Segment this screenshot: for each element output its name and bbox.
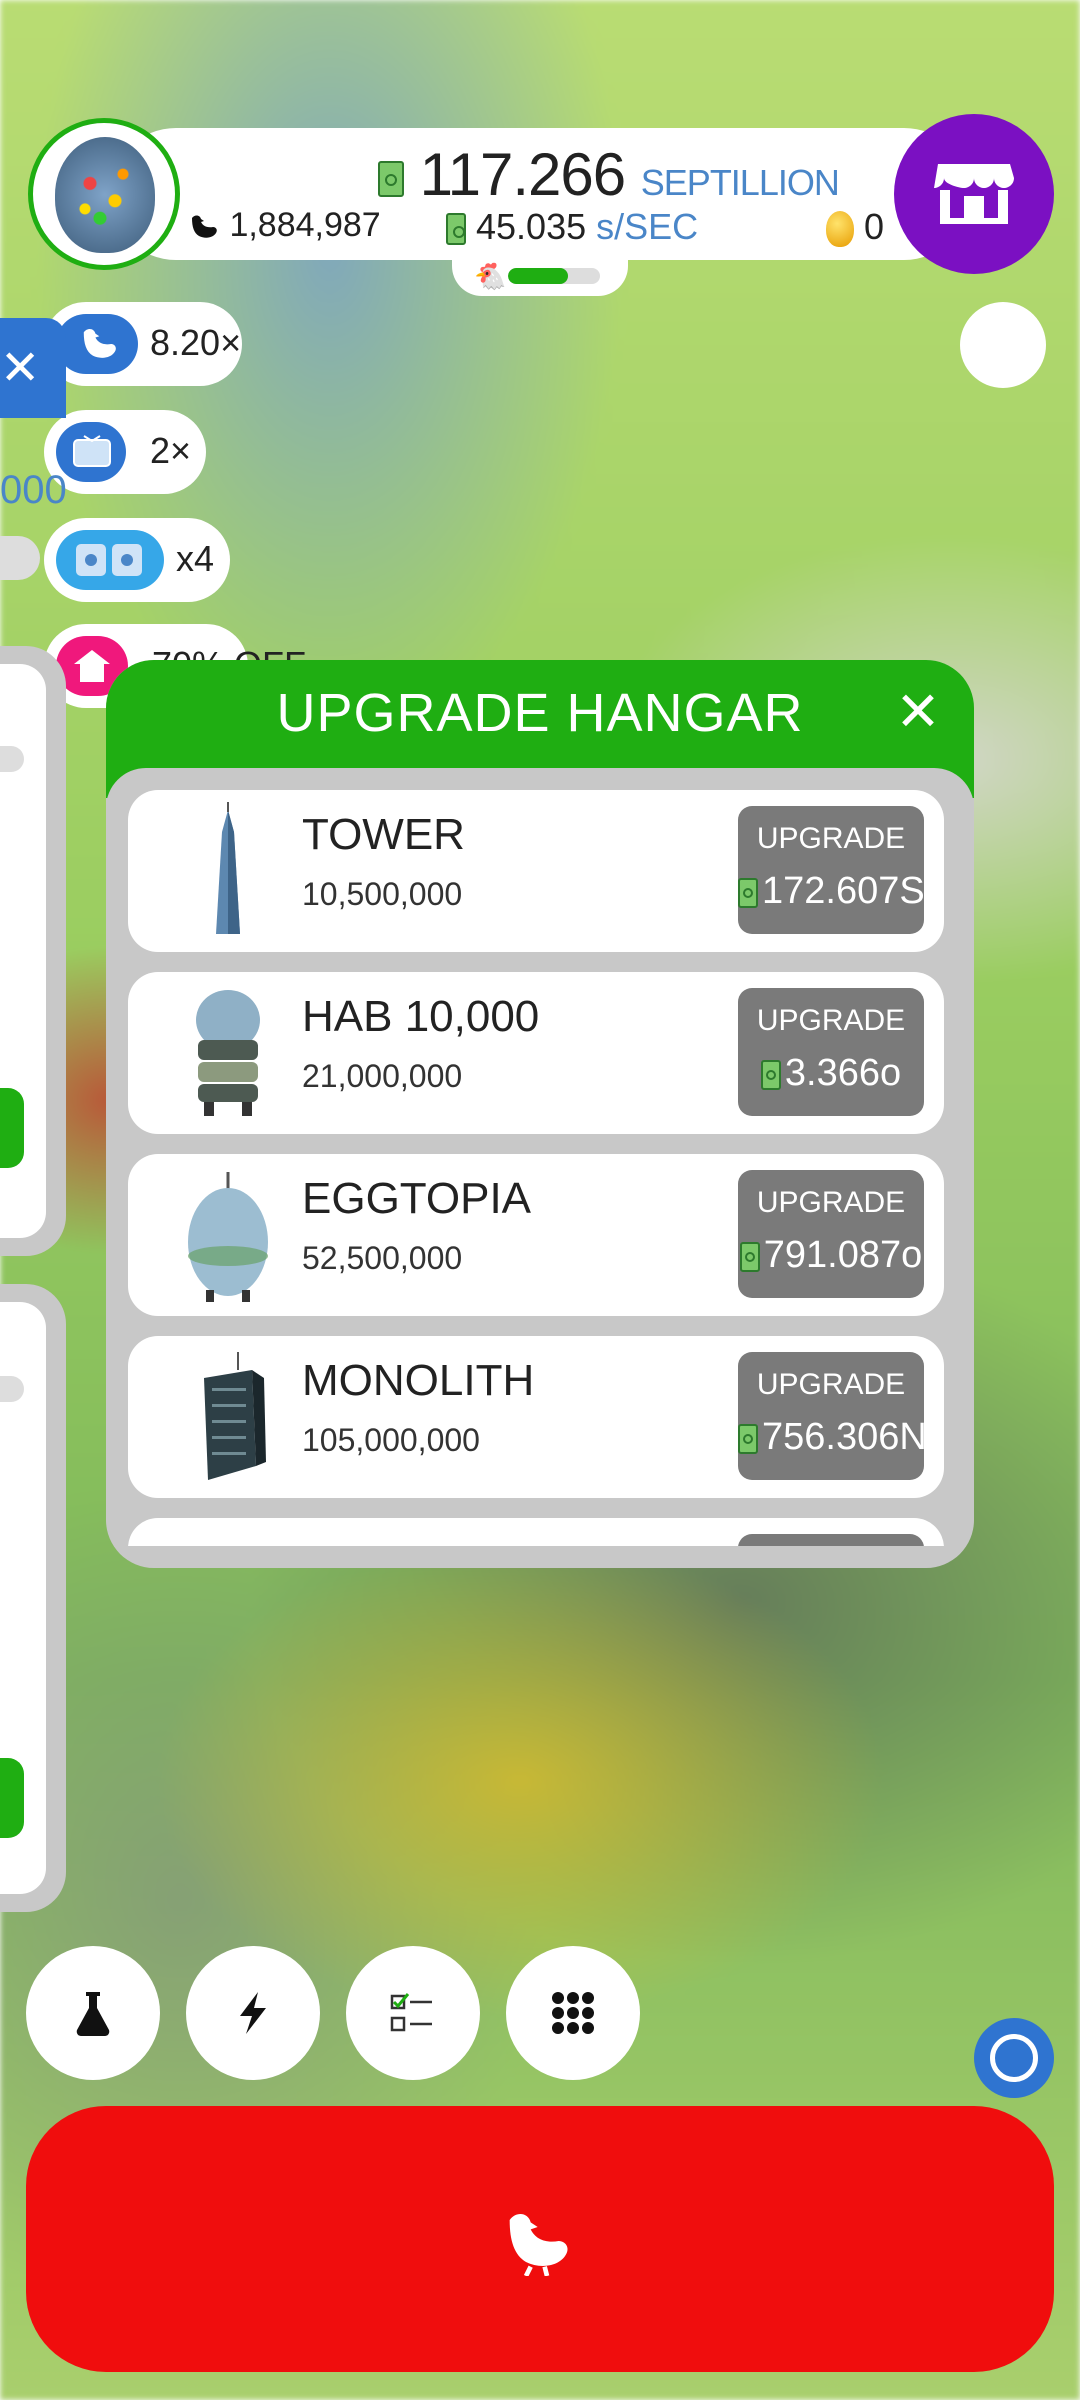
list-item: TOWER 10,500,000 UPGRADE 172.607S [128,790,944,952]
cash-icon [738,1423,758,1454]
research-button[interactable] [26,1946,160,2080]
close-icon[interactable]: ✕ [888,682,948,742]
earning-rate-value: 45.035 [476,206,587,247]
missions-button[interactable] [346,1946,480,2080]
camera-toggle-button[interactable] [974,2018,1054,2098]
tv-icon [73,435,111,467]
menu-button[interactable] [506,1946,640,2080]
hab-capacity: 52,500,000 [302,1240,463,1276]
upgrade-button[interactable]: UPGRADE 3.366o [738,988,924,1116]
upgrade-button-label: UPGRADE [756,1004,906,1037]
list-item: PLANET PORTAL [128,1518,944,1546]
upgrade-cost-value: 3.366o [784,1052,902,1094]
hab-name: HAB 10,000 [302,992,540,1041]
side-panel-value: 000 [0,468,67,512]
hab-name: EGGTOPIA [302,1174,532,1223]
upgrade-button-label: UPGRADE [756,822,906,855]
notification-bubble[interactable] [960,302,1046,388]
chicken-icon [83,329,116,358]
upgrade-button[interactable]: UPGRADE 756.306N [738,1352,927,1480]
chicken-icon [509,2214,568,2276]
earning-rate: 45.035 s/SEC [446,206,698,248]
boost-label: x4 [176,538,215,579]
side-panel: ✕ 000 [0,318,67,1912]
side-panel-card [0,646,66,1256]
side-panel-card [0,1284,66,1912]
hatch-chicken-button[interactable] [26,2106,1054,2372]
upgrade-button-label: UPGRADE [756,1186,906,1219]
tower-icon [216,802,240,934]
cash-icon [378,161,404,198]
modal-title: UPGRADE HANGAR [276,683,804,743]
upgrade-cost: 3.366o [738,1052,924,1095]
close-icon[interactable]: ✕ [0,340,40,396]
boost-label: 8.20× [150,322,242,363]
checklist-icon [390,1993,432,2032]
chicken-run-icon: 🐔 [474,262,507,292]
side-panel-green-button[interactable] [0,1758,24,1838]
lightning-icon [240,1992,266,2034]
cash-icon [739,1241,760,1272]
upgrade-hangar-modal: UPGRADE HANGAR ✕ TOWER 10,500,000 UPGRAD… [106,660,974,1568]
hab-progress-bar [508,268,600,284]
list-item: HAB 10,000 21,000,000 UPGRADE 3.366o [128,972,944,1134]
hab-name: MONOLITH [302,1356,535,1405]
boost-chicken-multiplier[interactable]: 8.20× [44,302,242,386]
golden-egg-count: 0 [826,206,884,248]
chicken-count: 1,884,987 [186,206,381,245]
hab-name: PLANET PORTAL [302,1538,657,1546]
hab-capacity: 21,000,000 [302,1058,463,1094]
golden-egg-value: 0 [864,206,885,247]
upgrade-button[interactable]: UPGRADE 791.087o [738,1170,924,1298]
cash-total: 117.266 SEPTILLION [378,140,840,209]
hab-name: TOWER [302,810,465,859]
hab-capacity: 105,000,000 [302,1422,480,1458]
flask-icon [76,1992,110,2036]
shop-icon [934,164,1014,224]
golden-egg-icon [826,211,854,248]
monolith-icon [204,1352,266,1480]
cash-total-value: 117.266 [419,141,626,208]
upgrade-button-label: UPGRADE [756,1368,906,1401]
upgrade-cost: 172.607S [738,870,925,913]
chicken-count-value: 1,884,987 [229,206,381,244]
shop-button[interactable] [894,114,1054,274]
cash-icon [738,877,758,908]
cash-icon [446,213,466,246]
upgrade-cost: 791.087o [738,1234,924,1277]
boost-video-multiplier[interactable]: 2× [44,410,206,494]
hab-10000-icon [196,990,260,1116]
video-icon [76,544,142,576]
earning-rate-unit: s/SEC [596,206,699,247]
upgrade-button[interactable]: UPGRADE 172.607S [738,806,925,934]
cash-icon [760,1059,781,1090]
upgrade-cost-value: 791.087o [763,1234,923,1276]
modal-header: UPGRADE HANGAR ✕ [106,660,974,768]
hab-progress-fill [508,268,568,284]
upgrade-cost-value: 172.607S [762,870,925,912]
list-item: EGGTOPIA 52,500,000 UPGRADE 791.087o [128,1154,944,1316]
upgrade-cost: 756.306N [738,1416,927,1459]
cash-total-unit: SEPTILLION [640,162,840,203]
boost-ad-multiplier[interactable]: x4 [44,518,230,602]
farm-avatar[interactable] [28,118,180,270]
boost-chip [56,314,138,374]
side-panel-header: ✕ [0,318,66,418]
upgrade-cost-value: 756.306N [762,1416,927,1458]
list-item: MONOLITH 105,000,000 UPGRADE 756.306N [128,1336,944,1498]
eggtopia-icon [188,1172,268,1302]
side-panel-green-button[interactable] [0,1088,24,1168]
upgrade-button[interactable] [738,1534,924,1546]
boost-label: 2× [150,430,192,471]
hab-capacity: 10,500,000 [302,876,463,912]
hangar-list[interactable]: TOWER 10,500,000 UPGRADE 172.607S HAB 10… [128,790,944,1546]
chicken-icon [192,215,217,238]
side-panel-toggle[interactable] [0,536,40,580]
boosts-button[interactable] [186,1946,320,2080]
boost-chip [56,530,164,590]
egg-icon [55,137,155,253]
grid-menu-icon [552,1992,594,2034]
